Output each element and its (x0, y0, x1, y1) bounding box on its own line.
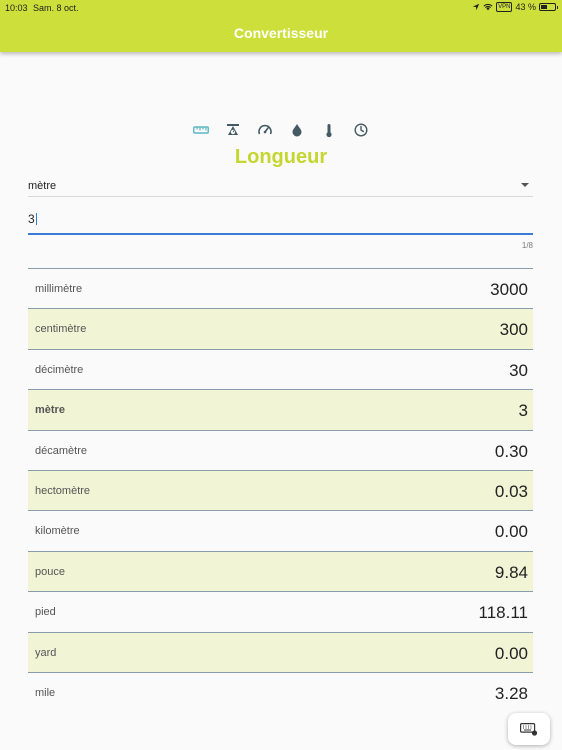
result-row-5: hectomètre 0.03 (28, 470, 533, 512)
result-value: 3.28 (494, 683, 528, 703)
result-unit: pied (35, 606, 56, 619)
result-value: 0.03 (494, 481, 528, 501)
result-value: 0.00 (494, 522, 528, 542)
result-unit: mètre (35, 404, 65, 417)
result-unit: centimètre (35, 323, 87, 336)
keyboard-icon (520, 722, 538, 736)
result-value: 9.84 (494, 562, 528, 582)
result-unit: yard (35, 646, 57, 659)
result-value: 118.11 (478, 603, 528, 623)
app-bar: 10:03 Sam. 8 oct. VPN 43 % Convertisseur (0, 0, 562, 52)
results-table: millimètre 3000 centimètre 300 décimètre 30 mè… (28, 268, 533, 713)
status-right: VPN 43 % (472, 2, 558, 12)
value-input-text: 3 (28, 212, 35, 226)
result-row-7: pouce 9.84 (28, 551, 533, 593)
result-value: 300 (499, 320, 528, 340)
result-row-1: centimètre 300 (28, 309, 533, 350)
result-unit: décimètre (35, 363, 84, 376)
result-value: 0.30 (494, 441, 528, 461)
result-row-3: mètre 3 (28, 390, 533, 431)
category-icon-bar (191, 121, 371, 139)
unit-select[interactable]: mètre (28, 177, 533, 197)
thermometer-icon[interactable] (319, 121, 339, 139)
result-value: 30 (509, 360, 528, 380)
result-value: 0.00 (494, 643, 528, 663)
result-row-2: décimètre 30 (28, 350, 533, 391)
status-date: Sam. 8 oct. (33, 3, 79, 13)
result-unit: décamètre (35, 444, 87, 457)
result-value: 3000 (490, 280, 528, 299)
result-unit: mile (35, 686, 56, 699)
keyboard-button[interactable] (508, 713, 550, 745)
speedometer-icon[interactable] (255, 121, 275, 139)
result-row-9: yard 0.00 (28, 632, 533, 673)
result-row-10: mile 3.28 (28, 673, 533, 713)
result-unit: kilomètre (35, 525, 80, 538)
result-row-8: pied 118.11 (28, 592, 533, 633)
caret-down-icon (521, 183, 529, 187)
clock-icon[interactable] (351, 121, 371, 139)
result-value: 3 (518, 401, 528, 421)
result-unit: pouce (35, 565, 65, 578)
input-character-counter: 1/8 (521, 241, 533, 250)
result-row-4: décamètre 0.30 (28, 431, 533, 471)
result-unit: hectomètre (35, 484, 91, 497)
category-title: Longueur (234, 146, 328, 168)
scale-icon[interactable] (223, 121, 243, 139)
battery-percent: 43 % (515, 2, 536, 12)
ruler-icon[interactable] (191, 121, 211, 139)
battery-icon (539, 3, 558, 11)
text-cursor (35, 213, 37, 225)
unit-select-value: mètre (28, 180, 57, 192)
result-unit: millimètre (35, 283, 83, 295)
value-input[interactable]: 3 (28, 205, 533, 235)
result-row-6: kilomètre 0.00 (28, 511, 533, 552)
wifi-icon (483, 3, 493, 11)
status-bar: 10:03 Sam. 8 oct. VPN 43 % (0, 2, 562, 16)
drop-icon[interactable] (287, 121, 307, 139)
location-icon (472, 3, 480, 11)
app-title: Convertisseur (233, 25, 329, 41)
vpn-badge: VPN (496, 2, 513, 12)
result-row-0: millimètre 3000 (28, 269, 533, 310)
status-time: 10:03 (5, 3, 28, 13)
